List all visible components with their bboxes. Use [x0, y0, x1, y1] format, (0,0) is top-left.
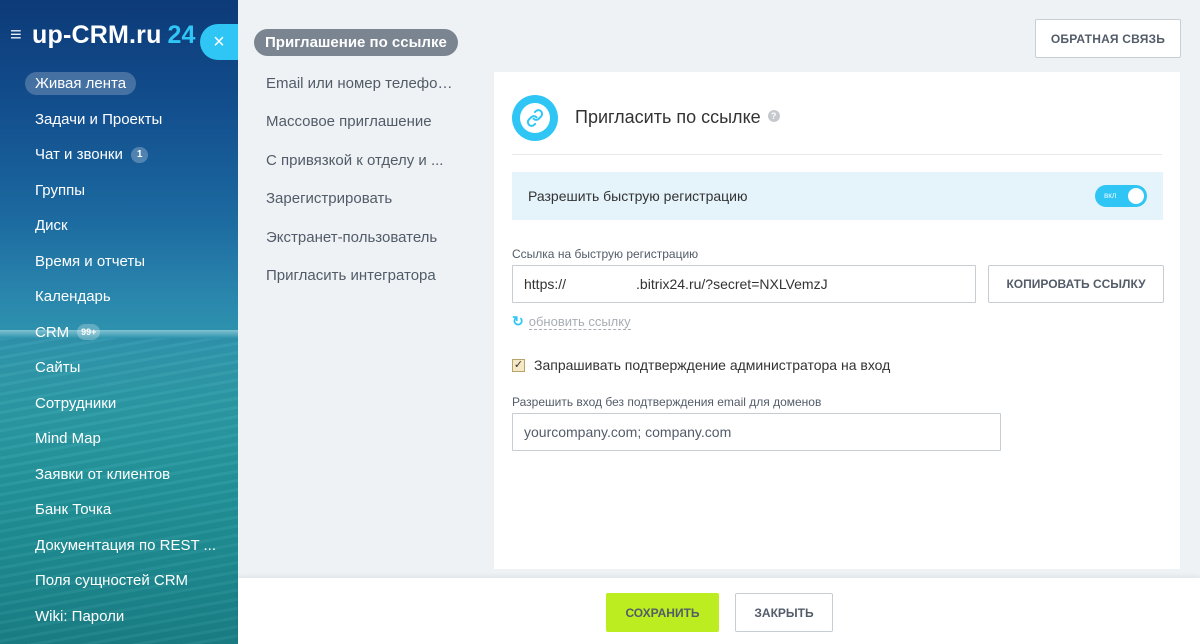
- sidebar-item-tasks[interactable]: Задачи и Проекты: [0, 102, 238, 138]
- close-button[interactable]: Закрыть: [735, 593, 833, 632]
- sidebar-item-label: Заявки от клиентов: [35, 465, 171, 483]
- invite-content-card: Пригласить по ссылке? Разрешить быструю …: [494, 72, 1180, 569]
- nav-register[interactable]: Зарегистрировать: [254, 180, 464, 219]
- sidebar-item-label: Банк Точка: [35, 501, 112, 519]
- sidebar-item-groups[interactable]: Группы: [0, 173, 238, 209]
- sidebar-item-label: Поля сущностей CRM: [35, 572, 189, 590]
- sidebar-item-label: Чат и звонки: [35, 146, 123, 164]
- sidebar-item-sites[interactable]: Сайты: [0, 350, 238, 386]
- sidebar-item-label: Диск: [35, 217, 68, 235]
- link-suffix: .bitrix24.ru/?secret=NXLVemzJ: [636, 276, 828, 292]
- sidebar-item-calendar[interactable]: Календарь: [0, 279, 238, 315]
- nav-item-label: Email или номер телефона: [266, 74, 454, 92]
- sidebar-item-wiki-passwords[interactable]: Wiki: Пароли: [0, 599, 238, 635]
- nav-email-or-phone[interactable]: Email или номер телефона: [254, 64, 464, 103]
- sidebar-item-label: Календарь: [35, 288, 111, 306]
- fast-registration-row: Разрешить быструю регистрацию вкл: [512, 172, 1163, 220]
- nav-item-label: Зарегистрировать: [266, 190, 393, 208]
- sidebar-item-label: Mind Map: [35, 430, 101, 448]
- sidebar-item-chat[interactable]: Чат и звонки 1: [0, 137, 238, 173]
- sidebar-menu: Живая лента Задачи и Проекты Чат и звонк…: [0, 66, 238, 634]
- sidebar-item-disk[interactable]: Диск: [0, 208, 238, 244]
- crm-counter-badge: 99+: [77, 324, 101, 341]
- nav-extranet-user[interactable]: Экстранет-пользователь: [254, 218, 464, 257]
- nav-invite-integrator[interactable]: Пригласить интегратора: [254, 257, 464, 296]
- sidebar-item-crm-fields[interactable]: Поля сущностей CRM: [0, 563, 238, 599]
- domains-input[interactable]: yourcompany.com; company.com: [512, 413, 1001, 451]
- help-icon[interactable]: ?: [767, 110, 780, 123]
- toggle-knob: [1128, 188, 1144, 204]
- sidebar-item-label: Группы: [35, 181, 85, 199]
- link-field-label: Ссылка на быструю регистрацию: [512, 247, 699, 261]
- sidebar-item-label: Сайты: [35, 359, 81, 377]
- sidebar-item-rest-docs[interactable]: Документация по REST ...: [0, 528, 238, 564]
- feedback-button[interactable]: Обратная связь: [1035, 19, 1181, 58]
- sidebar-item-bank[interactable]: Банк Точка: [0, 492, 238, 528]
- invite-slider-panel: Приглашение по ссылке Email или номер те…: [238, 0, 1200, 644]
- sidebar-item-label: Wiki: Пароли: [35, 607, 125, 625]
- admin-confirm-checkbox[interactable]: ✓: [512, 358, 525, 372]
- nav-invite-with-department[interactable]: С привязкой к отделу и ...: [254, 141, 464, 180]
- invite-title-wrap: Пригласить по ссылке?: [575, 107, 780, 128]
- save-button[interactable]: Сохранить: [606, 593, 719, 632]
- logo-number: 24: [167, 20, 196, 49]
- link-icon: [512, 94, 558, 141]
- sidebar-item-time-reports[interactable]: Время и отчеты: [0, 244, 238, 280]
- admin-confirm-row[interactable]: ✓ Запрашивать подтверждение администрато…: [512, 357, 890, 373]
- sidebar-item-label: Документация по REST ...: [35, 536, 217, 554]
- sidebar-item-label: Время и отчеты: [35, 252, 146, 270]
- fast-registration-toggle[interactable]: вкл: [1095, 185, 1147, 207]
- sidebar-item-label: CRM: [35, 323, 70, 341]
- nav-item-label: С привязкой к отделу и ...: [266, 151, 444, 169]
- left-sidebar: ≡ up-CRM.ru 24 Живая лента Задачи и Прое…: [0, 0, 238, 644]
- refresh-icon: ↻: [512, 313, 524, 329]
- sidebar-item-client-requests[interactable]: Заявки от клиентов: [0, 457, 238, 493]
- sidebar-item-label: Задачи и Проекты: [35, 110, 163, 128]
- page-title: Пригласить по ссылке: [575, 107, 761, 127]
- menu-icon[interactable]: ≡: [10, 25, 32, 45]
- toggle-state-label: вкл: [1104, 191, 1117, 200]
- refresh-link-label: обновить ссылку: [528, 313, 631, 330]
- nav-item-label: Пригласить интегратора: [266, 267, 436, 285]
- logo[interactable]: ≡ up-CRM.ru 24: [10, 20, 195, 50]
- logo-text: up-CRM.ru: [32, 20, 162, 49]
- copy-link-button[interactable]: Копировать ссылку: [988, 265, 1164, 303]
- link-prefix: https://: [524, 276, 567, 292]
- sidebar-item-crm[interactable]: CRM 99+: [0, 315, 238, 351]
- sidebar-item-mind-map[interactable]: Mind Map: [0, 421, 238, 457]
- close-slider-button[interactable]: ×: [200, 24, 238, 60]
- nav-invite-by-link[interactable]: Приглашение по ссылке: [254, 28, 464, 56]
- sidebar-item-live-feed[interactable]: Живая лента: [0, 66, 238, 102]
- close-icon: ×: [213, 30, 225, 53]
- domains-value: yourcompany.com; company.com: [524, 424, 732, 440]
- sidebar-item-employees[interactable]: Сотрудники: [0, 386, 238, 422]
- nav-mass-invite[interactable]: Массовое приглашение: [254, 103, 464, 142]
- nav-item-label: Массовое приглашение: [266, 113, 432, 131]
- domains-field-label: Разрешить вход без подтверждения email д…: [512, 395, 822, 409]
- invite-method-nav: Приглашение по ссылке Email или номер те…: [254, 28, 464, 295]
- nav-item-label: Приглашение по ссылке: [254, 28, 458, 56]
- sidebar-item-label: Сотрудники: [35, 394, 117, 412]
- admin-confirm-label: Запрашивать подтверждение администратора…: [534, 357, 891, 373]
- refresh-link[interactable]: ↻ обновить ссылку: [512, 313, 631, 330]
- nav-item-label: Экстранет-пользователь: [266, 228, 438, 246]
- registration-link-field[interactable]: https:// .bitrix24.ru/?secret=NXLVemzJ: [512, 265, 976, 303]
- bottom-button-bar: Сохранить Закрыть: [238, 578, 1200, 644]
- sidebar-item-label: Живая лента: [25, 72, 137, 96]
- chat-counter-badge: 1: [130, 146, 149, 163]
- invite-header: Пригласить по ссылке?: [512, 94, 1162, 155]
- fast-registration-label: Разрешить быструю регистрацию: [528, 188, 748, 204]
